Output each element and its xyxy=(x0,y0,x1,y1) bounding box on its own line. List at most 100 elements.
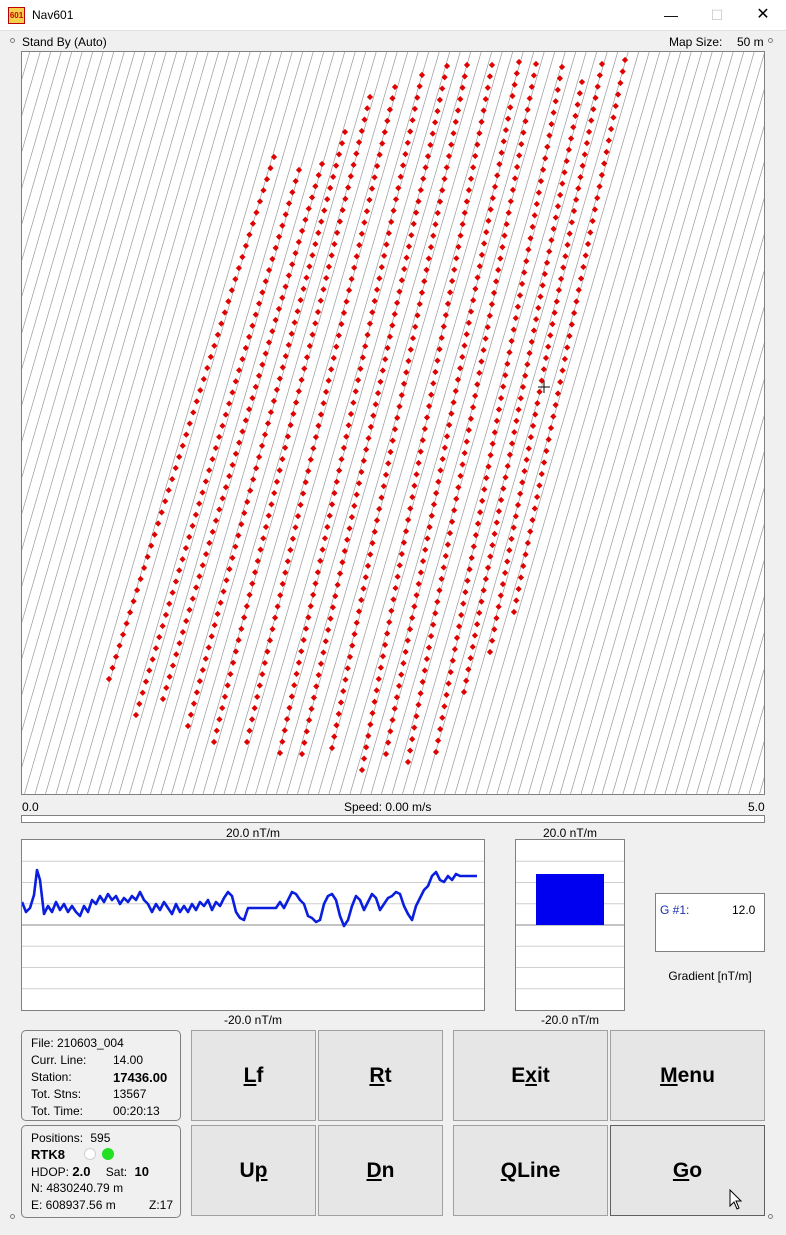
track-dot xyxy=(404,139,411,146)
minimize-icon[interactable]: — xyxy=(648,0,694,31)
track-dot xyxy=(376,275,383,282)
track-dot xyxy=(497,394,505,402)
track-dot xyxy=(169,662,177,669)
track-dot xyxy=(524,106,531,113)
track-dot xyxy=(196,678,203,685)
track-dot xyxy=(310,694,317,701)
track-dot xyxy=(353,150,360,157)
exit-button[interactable]: Ex it xyxy=(453,1030,608,1121)
grid-line xyxy=(24,52,241,794)
track-dot xyxy=(491,530,498,537)
grid-line xyxy=(307,52,524,794)
track-dot xyxy=(443,691,450,699)
track-dot xyxy=(471,632,479,639)
track-dot xyxy=(550,413,557,420)
track-dot xyxy=(419,558,427,565)
track-dot xyxy=(159,695,167,703)
track-dot xyxy=(246,591,253,599)
track-dot xyxy=(529,516,536,524)
maximize-icon[interactable]: ☐ xyxy=(694,0,740,31)
track-dot xyxy=(281,727,288,734)
track-dot xyxy=(333,722,340,729)
track-dot xyxy=(221,309,228,316)
track-dot xyxy=(519,479,526,486)
track-dot xyxy=(308,194,316,201)
track-dot xyxy=(405,516,412,523)
track-dot xyxy=(424,153,432,160)
track-dot xyxy=(389,716,396,724)
track-dot xyxy=(186,533,193,541)
track-dot xyxy=(470,297,477,304)
track-dot xyxy=(265,339,273,346)
survey-map[interactable] xyxy=(21,51,765,795)
track-dot xyxy=(197,387,204,394)
track-dot xyxy=(413,471,420,478)
fix-type: RTK8 xyxy=(31,1147,65,1162)
map-canvas[interactable] xyxy=(22,52,764,794)
track-dot xyxy=(516,292,524,299)
qline-button[interactable]: Q Line xyxy=(453,1125,608,1216)
track-dot xyxy=(306,342,313,350)
track-dot xyxy=(333,162,340,169)
track-dot xyxy=(414,312,421,319)
track-dot xyxy=(564,344,571,351)
track-dot xyxy=(552,214,559,221)
right-button[interactable]: Rt xyxy=(318,1030,443,1121)
track-dot xyxy=(434,598,441,605)
track-dot xyxy=(541,270,548,278)
track-dot xyxy=(513,417,520,425)
file-name: File: 210603_004 xyxy=(31,1036,124,1050)
track-dot xyxy=(307,456,314,463)
track-dot xyxy=(258,442,266,449)
track-dot xyxy=(173,651,180,658)
track-dot xyxy=(515,406,522,413)
track-dot xyxy=(488,301,496,308)
track-dot xyxy=(130,598,137,605)
track-dot xyxy=(295,166,303,174)
down-button[interactable]: Dn xyxy=(318,1125,443,1216)
track-dot xyxy=(545,343,552,350)
track-dot xyxy=(300,636,307,644)
gradient-bar-canvas xyxy=(516,860,624,990)
track-dot xyxy=(576,90,583,97)
track-dot xyxy=(348,514,356,521)
track-dot xyxy=(340,687,347,695)
track-dot xyxy=(358,766,366,774)
track-dot xyxy=(552,98,559,105)
track-dot xyxy=(391,426,399,433)
track-dot xyxy=(461,342,468,349)
track-dot xyxy=(400,380,408,387)
grid-line xyxy=(22,52,230,768)
track-dot xyxy=(493,417,501,425)
track-dot xyxy=(172,464,179,472)
map-size-label: Map Size: xyxy=(669,35,723,49)
track-dot xyxy=(417,690,424,697)
track-dot xyxy=(566,230,573,237)
track-dot xyxy=(442,312,449,319)
close-icon[interactable]: ✕ xyxy=(740,0,786,31)
right-button-hotkey: R xyxy=(369,1063,385,1087)
track-dot xyxy=(329,604,337,611)
track-dot xyxy=(360,585,367,592)
track-dot xyxy=(533,200,540,208)
track-dot xyxy=(511,81,518,88)
grid-line xyxy=(223,52,440,794)
grid-line xyxy=(66,52,283,794)
track-dot xyxy=(196,573,203,580)
track-dot xyxy=(186,606,193,613)
track-dot xyxy=(412,323,419,330)
up-button[interactable]: Up xyxy=(191,1125,316,1216)
track-dot xyxy=(159,622,166,630)
left-button[interactable]: Lf xyxy=(191,1030,316,1121)
bar-bottom-scale: -20.0 nT/m xyxy=(540,1013,600,1027)
track-dot xyxy=(379,140,386,147)
track-dot xyxy=(391,311,398,318)
track-dot xyxy=(223,577,230,584)
track-dot xyxy=(336,218,344,225)
track-dot xyxy=(423,655,430,663)
menu-button[interactable]: Menu xyxy=(610,1030,765,1121)
track-dot xyxy=(334,581,341,588)
grid-line xyxy=(192,52,409,794)
track-dot xyxy=(287,546,294,554)
track-dot xyxy=(523,257,530,265)
